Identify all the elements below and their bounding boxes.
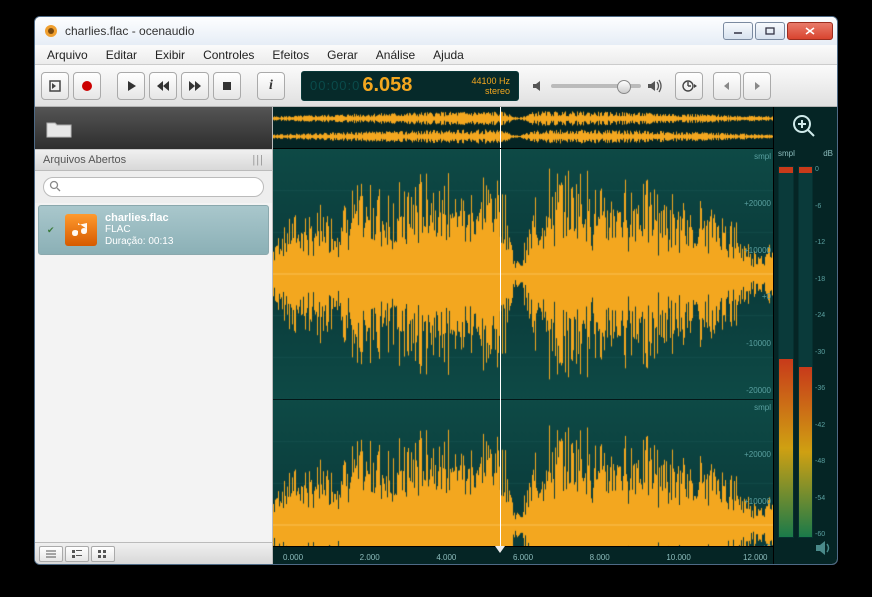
record-button[interactable] [73, 72, 101, 100]
overview-playhead[interactable] [500, 107, 501, 148]
titlebar[interactable]: charlies.flac - ocenaudio [35, 17, 837, 45]
time-prefix: 00:00:0 [310, 78, 360, 93]
speaker-icon[interactable] [815, 540, 833, 556]
minimize-button[interactable] [723, 22, 753, 40]
meter-db-label: dB [823, 149, 833, 158]
sidebar-toolbar [35, 107, 272, 149]
meter-tick: -54 [815, 495, 833, 502]
file-format: FLAC [105, 224, 173, 236]
time-display[interactable]: 00:00:0 6.058 44100 Hz stereo [301, 71, 519, 101]
window-title: charlies.flac - ocenaudio [65, 24, 723, 38]
sidebar-header: Arquivos Abertos ||| [35, 149, 272, 171]
meter-unit-label: smpl [778, 149, 795, 158]
file-list[interactable]: ✔ charlies.flac FLAC Duração: 00:13 [35, 203, 272, 542]
view-compact-button[interactable] [65, 546, 89, 562]
meter-tick: -18 [815, 276, 833, 283]
app-window: charlies.flac - ocenaudio Arquivo Editar… [34, 16, 838, 565]
nav-forward-button[interactable] [743, 72, 771, 100]
stop-button[interactable] [213, 72, 241, 100]
sidebar: Arquivos Abertos ||| ✔ [35, 107, 273, 564]
volume-low-icon [531, 79, 545, 93]
view-list-button[interactable] [39, 546, 63, 562]
playhead[interactable] [500, 149, 501, 546]
maximize-button[interactable] [755, 22, 785, 40]
time-main: 6.058 [362, 74, 412, 97]
folder-icon[interactable] [45, 117, 73, 139]
meter-db-scale: 0 -6 -12 -18 -24 -30 -36 -42 -48 -54 -60 [815, 160, 833, 538]
channel-right[interactable]: smpl +20000 +10000 +0 -10000 -20000 [273, 400, 773, 565]
zoom-tool-icon[interactable] [791, 113, 821, 143]
channel-left[interactable]: smpl +20000 +10000 +0 -10000 -20000 [273, 149, 773, 400]
check-icon: ✔ [47, 225, 57, 236]
menu-controls[interactable]: Controles [195, 47, 262, 63]
level-meter-panel: smpl dB 0 -6 -12 -18 -24 -30 -36 -42 -48 -54 -60 [773, 107, 837, 564]
timeline-tick: 2.000 [360, 553, 380, 562]
sidebar-footer [35, 542, 272, 564]
menubar: Arquivo Editar Exibir Controles Efeitos … [35, 45, 837, 65]
timeline-tick: 4.000 [436, 553, 456, 562]
close-button[interactable] [787, 22, 833, 40]
toolbar: i 00:00:0 6.058 44100 Hz stereo [35, 65, 837, 107]
editor-area: smpl +20000 +10000 +0 -10000 -20000 smpl [273, 107, 837, 564]
info-button[interactable]: i [257, 72, 285, 100]
meter-tick: -42 [815, 422, 833, 429]
timeline-tick: 8.000 [590, 553, 610, 562]
loop-button[interactable] [41, 72, 69, 100]
file-name: charlies.flac [105, 212, 173, 224]
meter-tick: -60 [815, 531, 833, 538]
level-meter-right [798, 166, 814, 538]
timeline-tick: 12.000 [743, 553, 767, 562]
volume-slider[interactable] [551, 84, 641, 88]
sidebar-drag-handle-icon[interactable]: ||| [252, 154, 264, 166]
menu-analysis[interactable]: Análise [368, 47, 423, 63]
timeline-marker-icon[interactable] [495, 546, 505, 553]
file-list-item[interactable]: ✔ charlies.flac FLAC Duração: 00:13 [38, 205, 269, 255]
timeline-tick: 10.000 [666, 553, 690, 562]
search-input[interactable] [43, 177, 264, 197]
menu-edit[interactable]: Editar [98, 47, 145, 63]
level-meter-left [778, 166, 794, 538]
meter-tick: -30 [815, 349, 833, 356]
rewind-button[interactable] [149, 72, 177, 100]
meter-tick: -36 [815, 385, 833, 392]
menu-file[interactable]: Arquivo [39, 47, 96, 63]
timeline-tick: 6.000 [513, 553, 533, 562]
meter-tick: -6 [815, 203, 833, 210]
file-duration: Duração: 00:13 [105, 236, 173, 248]
meter-tick: -12 [815, 239, 833, 246]
file-thumb-icon [65, 214, 97, 246]
timeline-tick: 0.000 [283, 553, 303, 562]
channels-label: stereo [471, 86, 510, 96]
volume-high-icon [647, 79, 663, 93]
sample-rate-label: 44100 Hz [471, 76, 510, 86]
menu-help[interactable]: Ajuda [425, 47, 472, 63]
meter-tick: -48 [815, 458, 833, 465]
view-grid-button[interactable] [91, 546, 115, 562]
forward-button[interactable] [181, 72, 209, 100]
waveform-channels[interactable]: smpl +20000 +10000 +0 -10000 -20000 smpl [273, 149, 773, 546]
meter-tick: 0 [815, 166, 833, 173]
app-icon [43, 23, 59, 39]
level-meters[interactable] [778, 160, 813, 538]
overview-waveform[interactable] [273, 107, 773, 149]
timeline[interactable]: 0.000 2.000 4.000 6.000 8.000 10.000 12.000 [273, 546, 773, 564]
search-icon [49, 180, 61, 192]
menu-view[interactable]: Exibir [147, 47, 193, 63]
meter-tick: -24 [815, 312, 833, 319]
nav-back-button[interactable] [713, 72, 741, 100]
sidebar-header-label: Arquivos Abertos [43, 154, 126, 166]
menu-effects[interactable]: Efeitos [264, 47, 317, 63]
menu-generate[interactable]: Gerar [319, 47, 366, 63]
play-button[interactable] [117, 72, 145, 100]
history-button[interactable] [675, 72, 703, 100]
